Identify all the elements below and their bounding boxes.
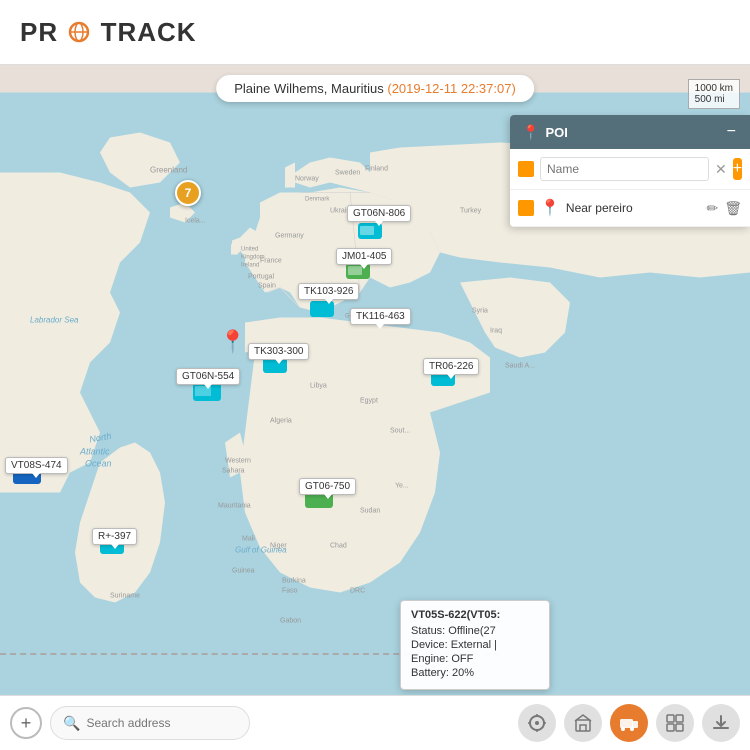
svg-text:Kingdom: Kingdom [241, 255, 265, 261]
vehicle-icon[interactable] [310, 301, 334, 322]
vehicle-icon[interactable] [358, 223, 382, 244]
poi-entry-pin-icon: 📍 [540, 198, 560, 218]
svg-text:Guinea: Guinea [232, 568, 255, 575]
location-toolbar-button[interactable] [518, 704, 556, 742]
svg-text:Niger: Niger [270, 543, 287, 550]
grid-toolbar-button[interactable] [656, 704, 694, 742]
search-box: 🔍 [50, 706, 250, 740]
vehicle-label[interactable]: VT08S-474 [5, 457, 68, 474]
svg-text:Saudi A...: Saudi A... [505, 363, 535, 370]
svg-text:Faso: Faso [282, 588, 298, 595]
svg-text:Western: Western [225, 458, 251, 465]
scale-bar: 1000 km 500 mi [688, 79, 740, 109]
poi-entry: 📍 Near pereiro ✏ 🗑 [510, 190, 750, 227]
location-text: Plaine Wilhems, Mauritius [234, 81, 384, 96]
poi-header: 📍 POI − [510, 115, 750, 149]
download-toolbar-button[interactable] [702, 704, 740, 742]
svg-text:Ocean: Ocean [85, 459, 112, 469]
poi-collapse-button[interactable]: − [725, 123, 738, 141]
svg-text:Mauritania: Mauritania [218, 503, 251, 510]
svg-text:Libya: Libya [310, 383, 327, 390]
bottom-toolbar: + 🔍 [0, 695, 750, 750]
svg-text:Norway: Norway [295, 176, 319, 183]
cluster-badge[interactable]: 7 [175, 180, 201, 206]
svg-text:Icela...: Icela... [185, 218, 206, 225]
vehicle-label[interactable]: TR06-226 [423, 358, 479, 375]
vehicle-label[interactable]: TK303-300 [248, 343, 309, 360]
svg-text:Germany: Germany [275, 233, 304, 240]
poi-add-button[interactable]: + [733, 158, 742, 180]
svg-text:DRC: DRC [350, 588, 365, 595]
truck-toolbar-button[interactable] [610, 704, 648, 742]
svg-text:Syria: Syria [472, 308, 488, 315]
poi-edit-icon[interactable]: ✏ [706, 200, 718, 217]
poi-entry-actions: ✏ 🗑 [706, 200, 742, 217]
svg-text:Atlantic: Atlantic [79, 447, 110, 457]
svg-text:Denmark: Denmark [305, 197, 330, 203]
svg-text:Portugal: Portugal [248, 274, 275, 281]
svg-text:Labrador Sea: Labrador Sea [30, 316, 79, 325]
popup-engine: Engine: OFF [411, 653, 539, 665]
svg-text:Turkey: Turkey [460, 208, 482, 215]
poi-clear-button[interactable]: ✕ [715, 161, 727, 178]
poi-entry-name: Near pereiro [566, 201, 701, 215]
svg-text:Sweden: Sweden [335, 170, 360, 177]
map-container[interactable]: Gulf of Guinea North Atlantic Ocean Labr… [0, 65, 750, 750]
search-input[interactable] [86, 716, 241, 730]
svg-text:Burkina: Burkina [282, 578, 306, 585]
svg-text:Spain: Spain [258, 283, 276, 290]
svg-text:Sahara: Sahara [222, 468, 245, 475]
header: PR TRACK [0, 0, 750, 65]
datetime-text: (2019-12-11 22:37:07) [387, 81, 515, 96]
map-pin[interactable]: 📍 [219, 329, 246, 355]
svg-text:Chad: Chad [330, 543, 347, 550]
svg-text:Suriname: Suriname [110, 593, 140, 600]
scale-mi: 500 mi [695, 94, 733, 105]
vehicle-label[interactable]: GT06N-554 [176, 368, 240, 385]
poi-search-input[interactable] [540, 157, 709, 181]
svg-text:Finland: Finland [365, 166, 388, 173]
popup-title: VT05S-622(VT05: [411, 609, 539, 621]
svg-text:Sout...: Sout... [390, 428, 410, 435]
svg-text:United: United [241, 247, 258, 253]
svg-text:Greenland: Greenland [150, 166, 187, 175]
vehicle-label[interactable]: JM01-405 [336, 248, 392, 265]
svg-text:Iraq: Iraq [490, 328, 502, 335]
svg-text:Algeria: Algeria [270, 418, 292, 425]
svg-text:Ye...: Ye... [395, 483, 409, 490]
logo: PR TRACK [20, 17, 197, 48]
poi-title: POI [545, 125, 567, 140]
poi-search-row: ✕ + [510, 149, 750, 190]
add-location-button[interactable]: + [10, 707, 42, 739]
logo-icon [68, 21, 90, 43]
poi-entry-checkbox[interactable] [518, 200, 534, 216]
vehicle-label[interactable]: TK116-463 [350, 308, 411, 325]
scale-km: 1000 km [695, 83, 733, 94]
search-icon: 🔍 [63, 715, 80, 732]
svg-text:Mali: Mali [242, 536, 255, 543]
location-bar: Plaine Wilhems, Mauritius (2019-12-11 22… [216, 75, 534, 102]
vehicle-label[interactable]: R+-397 [92, 528, 137, 545]
svg-text:Ireland: Ireland [241, 263, 259, 269]
poi-search-checkbox[interactable] [518, 161, 534, 177]
svg-text:Egypt: Egypt [360, 398, 378, 405]
popup-battery: Battery: 20% [411, 667, 539, 679]
svg-text:Sudan: Sudan [360, 508, 380, 515]
poi-pin-icon: 📍 [522, 124, 539, 141]
svg-text:Gabon: Gabon [280, 618, 301, 625]
vehicle-label[interactable]: TK103-926 [298, 283, 359, 300]
vehicle-label[interactable]: GT06N-806 [347, 205, 411, 222]
poi-panel: 📍 POI − ✕ + 📍 Near pereiro ✏ 🗑 [510, 115, 750, 227]
popup-device: Device: External | [411, 639, 539, 651]
vehicle-info-popup: VT05S-622(VT05: Status: Offline(27 Devic… [400, 600, 550, 690]
vehicle-label[interactable]: GT06-750 [299, 478, 356, 495]
building-toolbar-button[interactable] [564, 704, 602, 742]
popup-status: Status: Offline(27 [411, 625, 539, 637]
poi-delete-icon[interactable]: 🗑 [724, 200, 742, 217]
